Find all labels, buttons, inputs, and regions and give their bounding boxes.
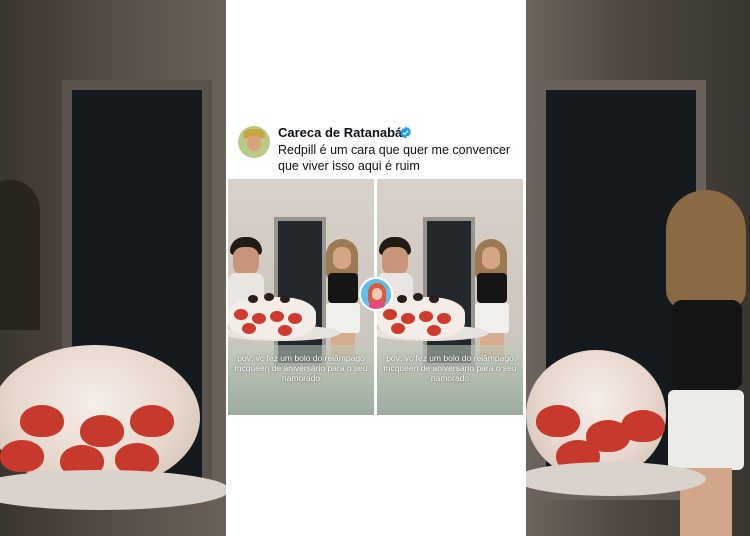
person-girl (471, 239, 513, 359)
video-thumbnail-left[interactable]: pov: vc fez um bolo do relâmpago mcqueen… (228, 179, 374, 415)
background-plate (0, 470, 226, 510)
background-blur-left (0, 0, 226, 536)
strawberry-cake (228, 291, 318, 341)
video-caption: pov: vc fez um bolo do relâmpago mcqueen… (234, 353, 368, 383)
background-person (0, 180, 40, 330)
person-girl (322, 239, 364, 359)
video-caption: pov: vc fez um bolo do relâmpago mcqueen… (383, 353, 517, 383)
user-avatar-icon[interactable] (238, 126, 270, 158)
background-blur-right (526, 0, 750, 536)
tweet-text: Redpill é um cara que quer me convencer … (278, 143, 511, 173)
video-thumbnail-right[interactable]: pov: vc fez um bolo do relâmpago mcqueen… (377, 179, 523, 415)
cartoon-face-sticker-icon (359, 277, 393, 311)
verified-badge-icon (400, 126, 411, 139)
author-name[interactable]: Careca de Ratanabá (278, 125, 402, 140)
tweet-card[interactable]: Careca de Ratanabá Redpill é um cara que… (226, 0, 526, 536)
background-cake (526, 350, 666, 480)
